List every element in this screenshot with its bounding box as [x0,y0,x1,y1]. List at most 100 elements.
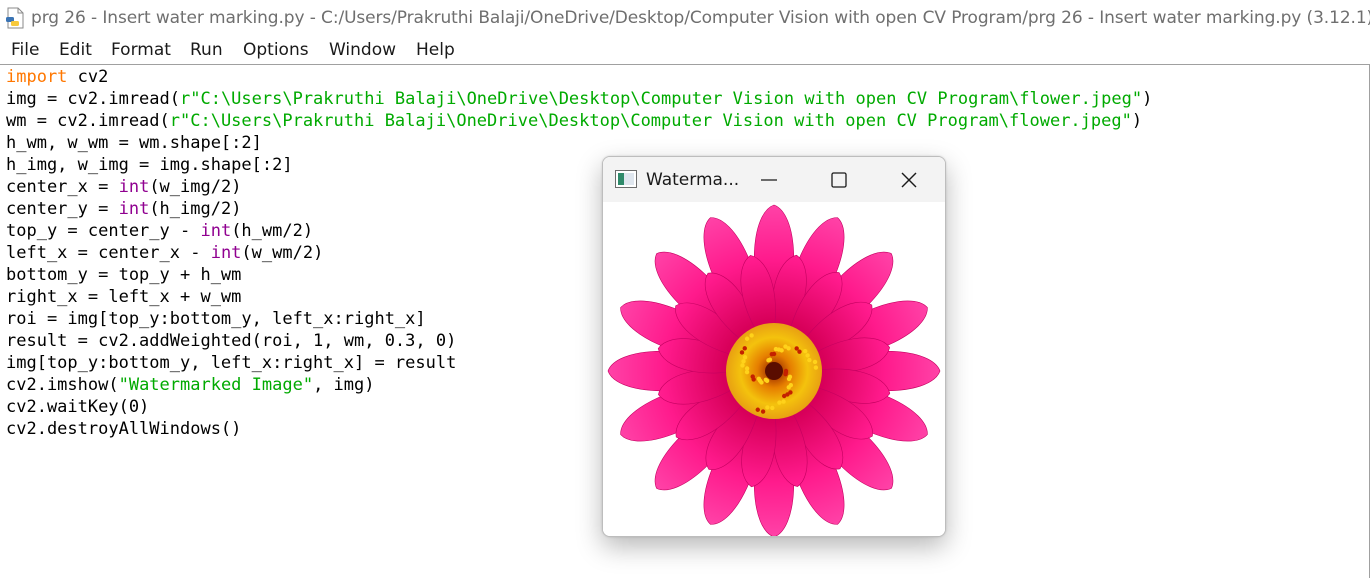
menu-bar: File Edit Format Run Options Window Help [0,36,1370,65]
code-token: img = cv2.imread( [6,89,180,109]
flower-stamen [807,357,812,363]
maximize-button[interactable] [816,157,862,202]
flower-stamen [744,366,750,371]
code-line[interactable]: h_img, w_img = img.shape[:2] [6,154,293,176]
code-line[interactable]: roi = img[top_y:bottom_y, left_x:right_x… [6,308,426,330]
code-token: (h_img/2) [149,199,242,219]
code-token: right_x = left_x + w_wm [6,287,242,307]
flower-stamen [763,377,769,383]
close-button[interactable] [886,157,932,202]
flower-stamen [770,405,775,411]
code-token: roi = img[top_y:bottom_y, left_x:right_x… [6,309,426,329]
flower-stamen [781,393,787,399]
popup-title-bar[interactable]: Waterma... [603,157,945,202]
code-line[interactable]: cv2.imshow("Watermarked Image", img) [6,374,374,396]
flower-stamen [777,400,782,405]
code-line[interactable]: left_x = center_x - int(w_wm/2) [6,242,323,264]
flower-stamen [749,333,754,338]
minimize-icon [761,178,777,181]
code-token: ) [1142,89,1153,109]
code-token: h_img, w_img = img.shape[:2] [6,155,293,175]
code-token: center_y = [6,199,119,219]
code-line[interactable]: h_wm, w_wm = wm.shape[:2] [6,132,262,154]
flower-stamen [786,385,791,390]
code-line[interactable]: top_y = center_y - int(h_wm/2) [6,220,313,242]
menu-run[interactable]: Run [190,40,223,60]
code-token: cv2.waitKey(0) [6,397,150,417]
minimize-button[interactable] [746,157,792,202]
code-line[interactable]: center_x = int(w_img/2) [6,176,241,198]
maximize-icon [831,171,847,188]
flower-stamen [786,376,792,382]
menu-file[interactable]: File [11,40,39,60]
flower-stamen [767,357,773,362]
code-line[interactable]: img[top_y:bottom_y, left_x:right_x] = re… [6,352,456,374]
flower-stamen [812,359,818,365]
flower-stamen [750,374,755,379]
flower-stamen [781,399,786,404]
title-bar: prg 26 - Insert water marking.py - C:/Us… [0,0,1370,36]
string-token: r"C:\Users\Prakruthi Balaji\OneDrive\Des… [169,111,1132,131]
flower-stamen [803,348,808,354]
string-token: "Watermarked Image" [118,375,314,395]
menu-options[interactable]: Options [243,40,309,60]
flower-stamen [765,405,770,410]
flower-core [765,362,783,380]
close-icon [901,172,917,187]
code-line[interactable]: center_y = int(h_img/2) [6,198,241,220]
code-line[interactable]: cv2.waitKey(0) [6,396,149,418]
keyword-token: import [6,67,68,87]
code-line[interactable]: wm = cv2.imread(r"C:\Users\Prakruthi Bal… [6,110,1142,132]
flower-stamen [741,359,746,364]
flower-stamen [813,365,819,370]
menu-window[interactable]: Window [329,40,396,60]
flower-stamen [756,376,762,381]
code-token: (w_img/2) [149,177,242,197]
popup-title: Waterma... [646,170,740,190]
code-token: ) [1131,111,1143,131]
builtin-token: int [210,243,242,263]
menu-help[interactable]: Help [416,40,455,60]
flower-stamen [760,409,766,414]
code-line[interactable]: import cv2 [6,66,108,88]
flower-stamen [783,371,788,377]
opencv-window-icon [615,170,637,188]
code-token: cv2.imshow( [6,375,119,395]
builtin-token: int [118,177,150,197]
flower-stamen [779,348,784,353]
code-token: cv2 [67,67,109,87]
code-token: , img) [313,375,375,395]
code-token: (h_wm/2) [231,221,314,241]
flower-stamen [771,351,777,357]
code-token: wm = cv2.imread( [6,111,170,131]
flower-stamen [742,355,748,360]
code-token: result = cv2.addWeighted(roi, 1, wm, 0.3… [6,331,457,351]
string-token: r"C:\Users\Prakruthi Balaji\OneDrive\Des… [180,89,1143,109]
menu-edit[interactable]: Edit [59,40,92,60]
code-line[interactable]: cv2.destroyAllWindows() [6,418,241,440]
code-token: center_x = [6,177,119,197]
builtin-token: int [200,221,232,241]
code-token: img[top_y:bottom_y, left_x:right_x] = re… [6,353,457,373]
flower-stamen [744,336,750,341]
flower-stamen [742,346,747,351]
code-line[interactable]: result = cv2.addWeighted(roi, 1, wm, 0.3… [6,330,456,352]
window-title: prg 26 - Insert water marking.py - C:/Us… [31,8,1370,28]
code-token: top_y = center_y - [6,221,201,241]
pink-flower-image [603,202,945,536]
code-token: h_wm, w_wm = wm.shape[:2] [6,133,262,153]
flower-stamen [797,349,802,354]
code-token: bottom_y = top_y + h_wm [6,265,242,285]
flower-stamen [740,363,745,368]
code-line[interactable]: img = cv2.imread(r"C:\Users\Prakruthi Ba… [6,88,1152,110]
python-file-icon [6,7,24,29]
code-token: left_x = center_x - [6,243,211,263]
flower-stamen [805,353,810,358]
flower-stamen [786,346,791,351]
code-line[interactable]: bottom_y = top_y + h_wm [6,264,241,286]
code-line[interactable]: right_x = left_x + w_wm [6,286,241,308]
builtin-token: int [118,199,150,219]
menu-format[interactable]: Format [111,40,171,60]
watermarked-image-window[interactable]: Waterma... [602,156,946,537]
code-token: (w_wm/2) [241,243,324,263]
